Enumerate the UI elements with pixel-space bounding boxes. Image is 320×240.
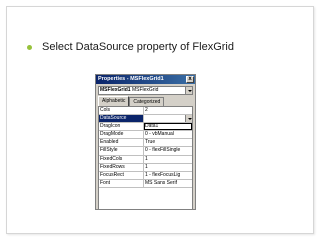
- property-row-dragicon[interactable]: DragIcon Data1: [99, 123, 192, 132]
- property-value[interactable]: 2: [144, 107, 192, 114]
- slide: Select DataSource property of FlexGrid P…: [0, 0, 320, 240]
- property-row-fillstyle[interactable]: FillStyle 0 - flexFillSingle: [99, 147, 192, 156]
- properties-title: Properties - MSFlexGrid1: [98, 76, 164, 82]
- property-value-dropdown[interactable]: [144, 115, 192, 123]
- property-row-font[interactable]: Font MS Sans Serif: [99, 179, 192, 188]
- property-name: FixedRows: [99, 163, 144, 171]
- property-value[interactable]: 1 - flexFocusLig: [144, 172, 192, 179]
- property-value[interactable]: MS Sans Serif: [144, 180, 192, 187]
- property-name: Font: [99, 179, 144, 187]
- property-name: FixedCols: [99, 155, 144, 163]
- chevron-down-icon[interactable]: [185, 87, 192, 94]
- property-row-fixedcols[interactable]: FixedCols 1: [99, 155, 192, 164]
- property-grid: Cols 2 DataSource DragIcon Data1 DragMod…: [98, 106, 193, 209]
- property-value[interactable]: 0 - vbManual: [144, 131, 192, 138]
- property-name: DataSource: [99, 115, 144, 123]
- property-name: FocusRect: [99, 171, 144, 179]
- property-row-datasource[interactable]: DataSource: [99, 115, 192, 124]
- close-button[interactable]: x: [186, 76, 194, 83]
- tab-alphabetic[interactable]: Alphabetic: [98, 96, 130, 106]
- property-value[interactable]: Data1: [144, 123, 192, 131]
- bullet-item: Select DataSource property of FlexGrid: [27, 41, 234, 53]
- property-value[interactable]: True: [144, 139, 192, 146]
- property-name: FillStyle: [99, 147, 144, 155]
- tab-categorized[interactable]: Categorized: [129, 97, 165, 106]
- property-row-enabled[interactable]: Enabled True: [99, 139, 192, 148]
- property-row-focusrect[interactable]: FocusRect 1 - flexFocusLig: [99, 171, 192, 180]
- properties-window: Properties - MSFlexGrid1 x MSFlexGrid1 M…: [95, 74, 196, 210]
- object-type: MSFlexGrid: [131, 87, 159, 93]
- properties-titlebar[interactable]: Properties - MSFlexGrid1 x: [96, 75, 195, 84]
- property-row-fixedrows[interactable]: FixedRows 1: [99, 163, 192, 172]
- object-combo[interactable]: MSFlexGrid1 MSFlexGrid: [98, 86, 193, 95]
- property-value[interactable]: 1: [144, 164, 192, 171]
- properties-tabs: Alphabetic Categorized: [98, 96, 193, 106]
- property-name: DragMode: [99, 131, 144, 139]
- bullet-text: Select DataSource property of FlexGrid: [42, 41, 234, 53]
- bullet-icon: [27, 44, 32, 50]
- property-value[interactable]: 0 - flexFillSingle: [144, 147, 192, 154]
- property-value[interactable]: 1: [144, 156, 192, 163]
- property-name: Enabled: [99, 139, 144, 147]
- chevron-down-icon[interactable]: [185, 115, 192, 123]
- property-name: Cols: [99, 107, 144, 115]
- property-row-dragmode[interactable]: DragMode 0 - vbManual: [99, 131, 192, 140]
- property-name: DragIcon: [99, 123, 144, 131]
- property-row-cols[interactable]: Cols 2: [99, 107, 192, 116]
- object-name: MSFlexGrid1: [100, 87, 131, 93]
